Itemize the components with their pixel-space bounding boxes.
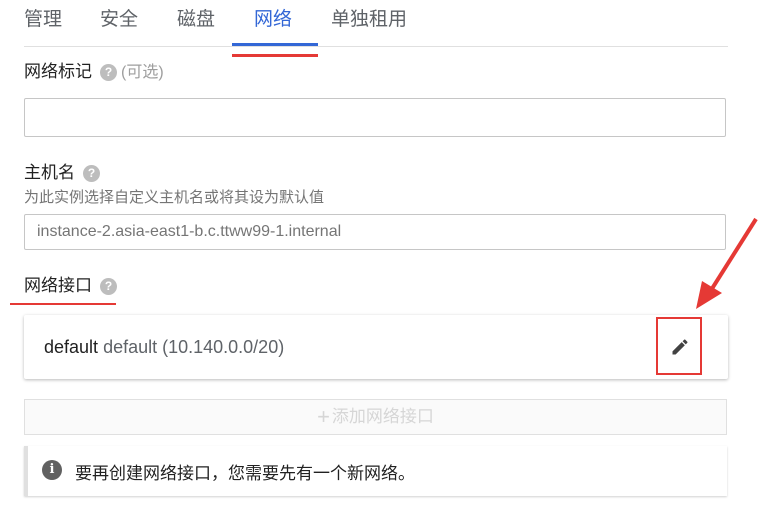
help-icon[interactable]: ? [100,278,117,296]
hostname-hint: 为此实例选择自定义主机名或将其设为默认值 [24,189,325,206]
hostname-input[interactable] [24,214,726,250]
info-message: i 要再创建网络接口，您需要先有一个新网络。 [24,446,727,496]
tab-disks[interactable]: 磁盘 [177,6,215,34]
network-interfaces-label-row: 网络接口? [24,275,117,297]
annotation-underline-tab [232,54,318,57]
network-tags-input[interactable] [24,98,726,137]
network-interface-summary: default default (10.140.0.0/20) [44,337,284,358]
network-interface-name: default [44,337,99,357]
add-network-interface-label: 添加网络接口 [331,407,434,426]
tabs-divider [24,46,728,47]
network-tags-label-row: 网络标记? (可选) [24,61,164,84]
pencil-icon [672,339,688,355]
tab-bar: 管理 安全 磁盘 网络 单独租用 [0,0,762,48]
info-message-text: 要再创建网络接口，您需要先有一个新网络。 [75,464,415,483]
tab-security[interactable]: 安全 [100,6,138,34]
network-interface-card[interactable]: default default (10.140.0.0/20) [24,315,728,379]
help-icon[interactable]: ? [83,165,100,183]
add-network-interface-button[interactable]: + 添加网络接口 [24,399,727,435]
hostname-label: 主机名 [24,163,75,182]
plus-icon: + [317,404,330,429]
network-interfaces-label: 网络接口 [24,276,92,295]
help-icon[interactable]: ? [100,64,117,82]
annotation-underline-interfaces [10,303,116,305]
optional-text: (可选) [121,63,164,81]
network-interface-detail: default (10.140.0.0/20) [103,337,285,357]
edit-network-interface-button[interactable] [656,317,702,375]
hostname-label-row: 主机名? [24,162,100,184]
tab-networking[interactable]: 网络 [254,6,292,34]
tab-sole-tenancy[interactable]: 单独租用 [331,6,407,34]
tab-management[interactable]: 管理 [24,6,62,34]
info-icon: i [42,460,62,480]
network-tags-label: 网络标记 [24,62,92,81]
annotation-arrow [696,217,758,309]
